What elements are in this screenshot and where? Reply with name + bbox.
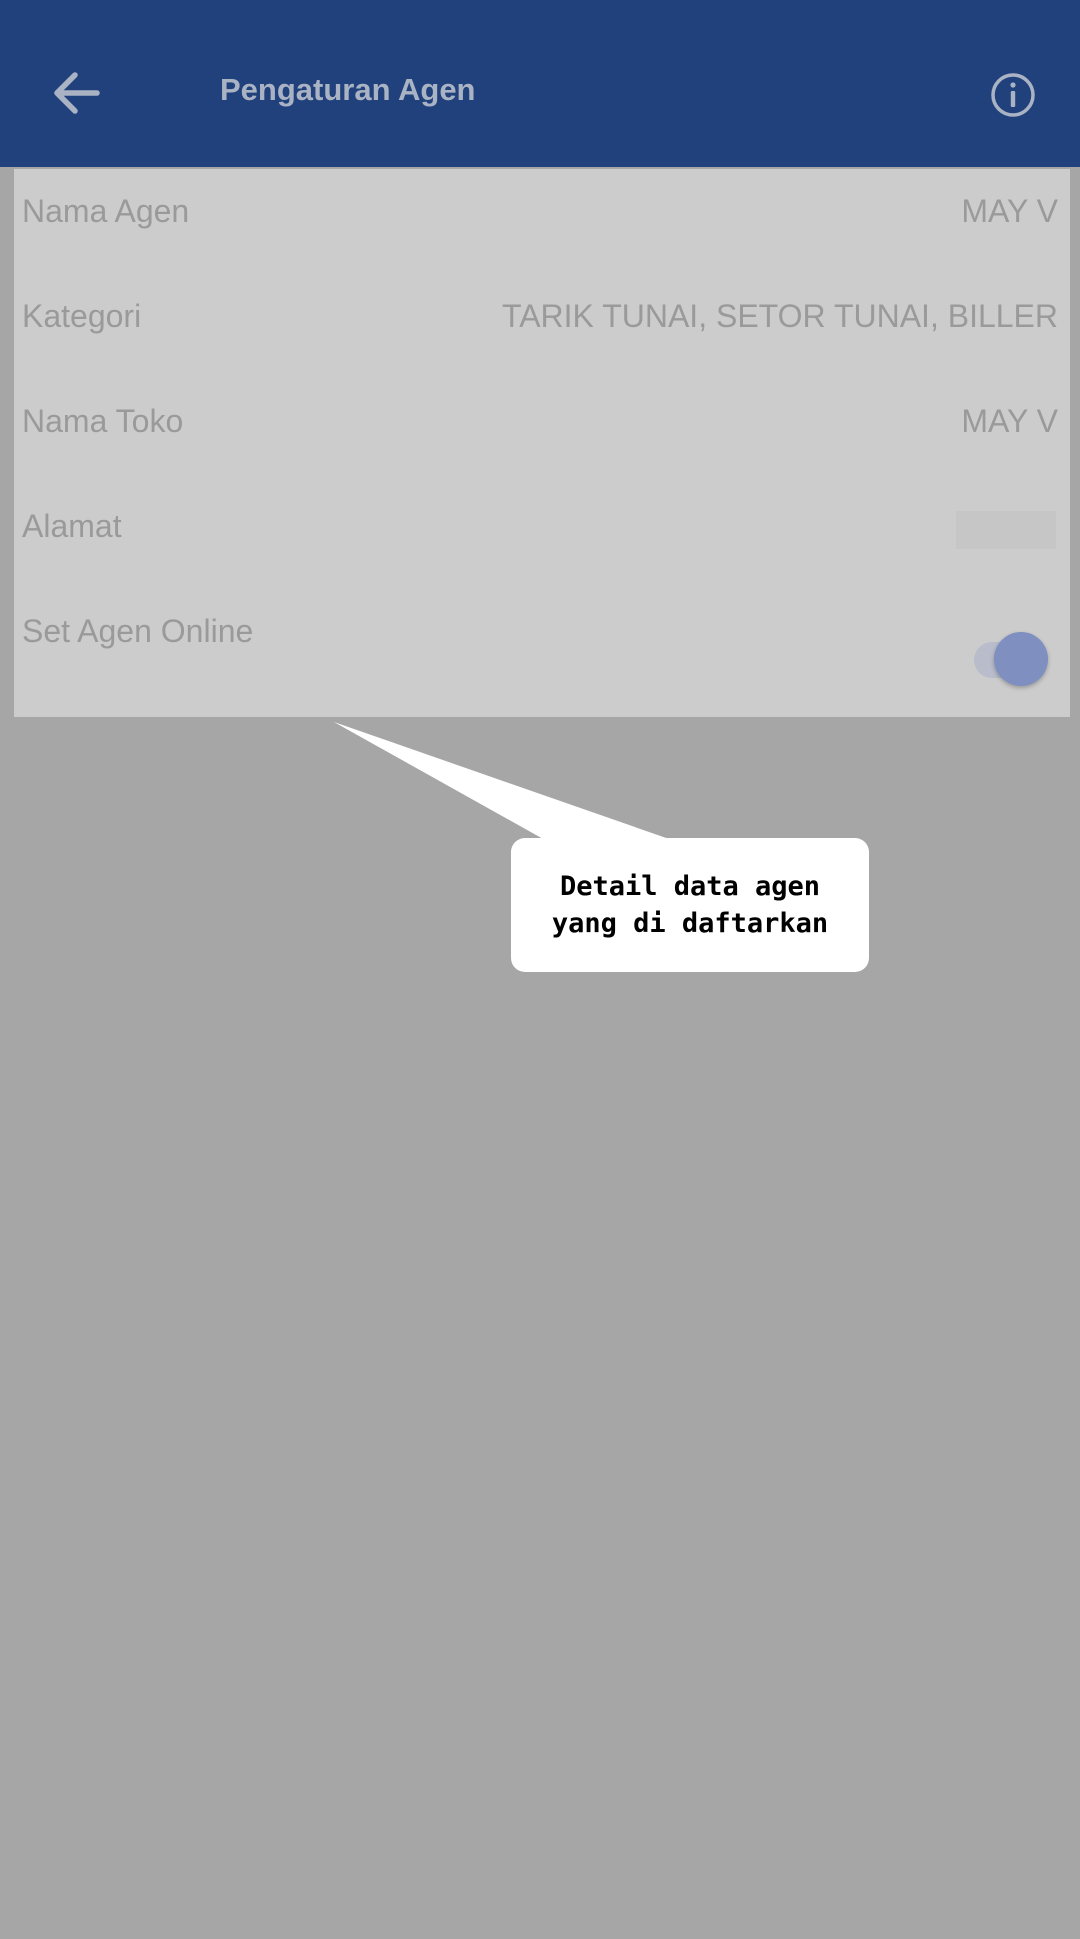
callout-text: Detail data agen yang di daftarkan xyxy=(551,871,829,939)
tutorial-callout[interactable]: Detail data agen yang di daftarkan xyxy=(511,838,869,972)
